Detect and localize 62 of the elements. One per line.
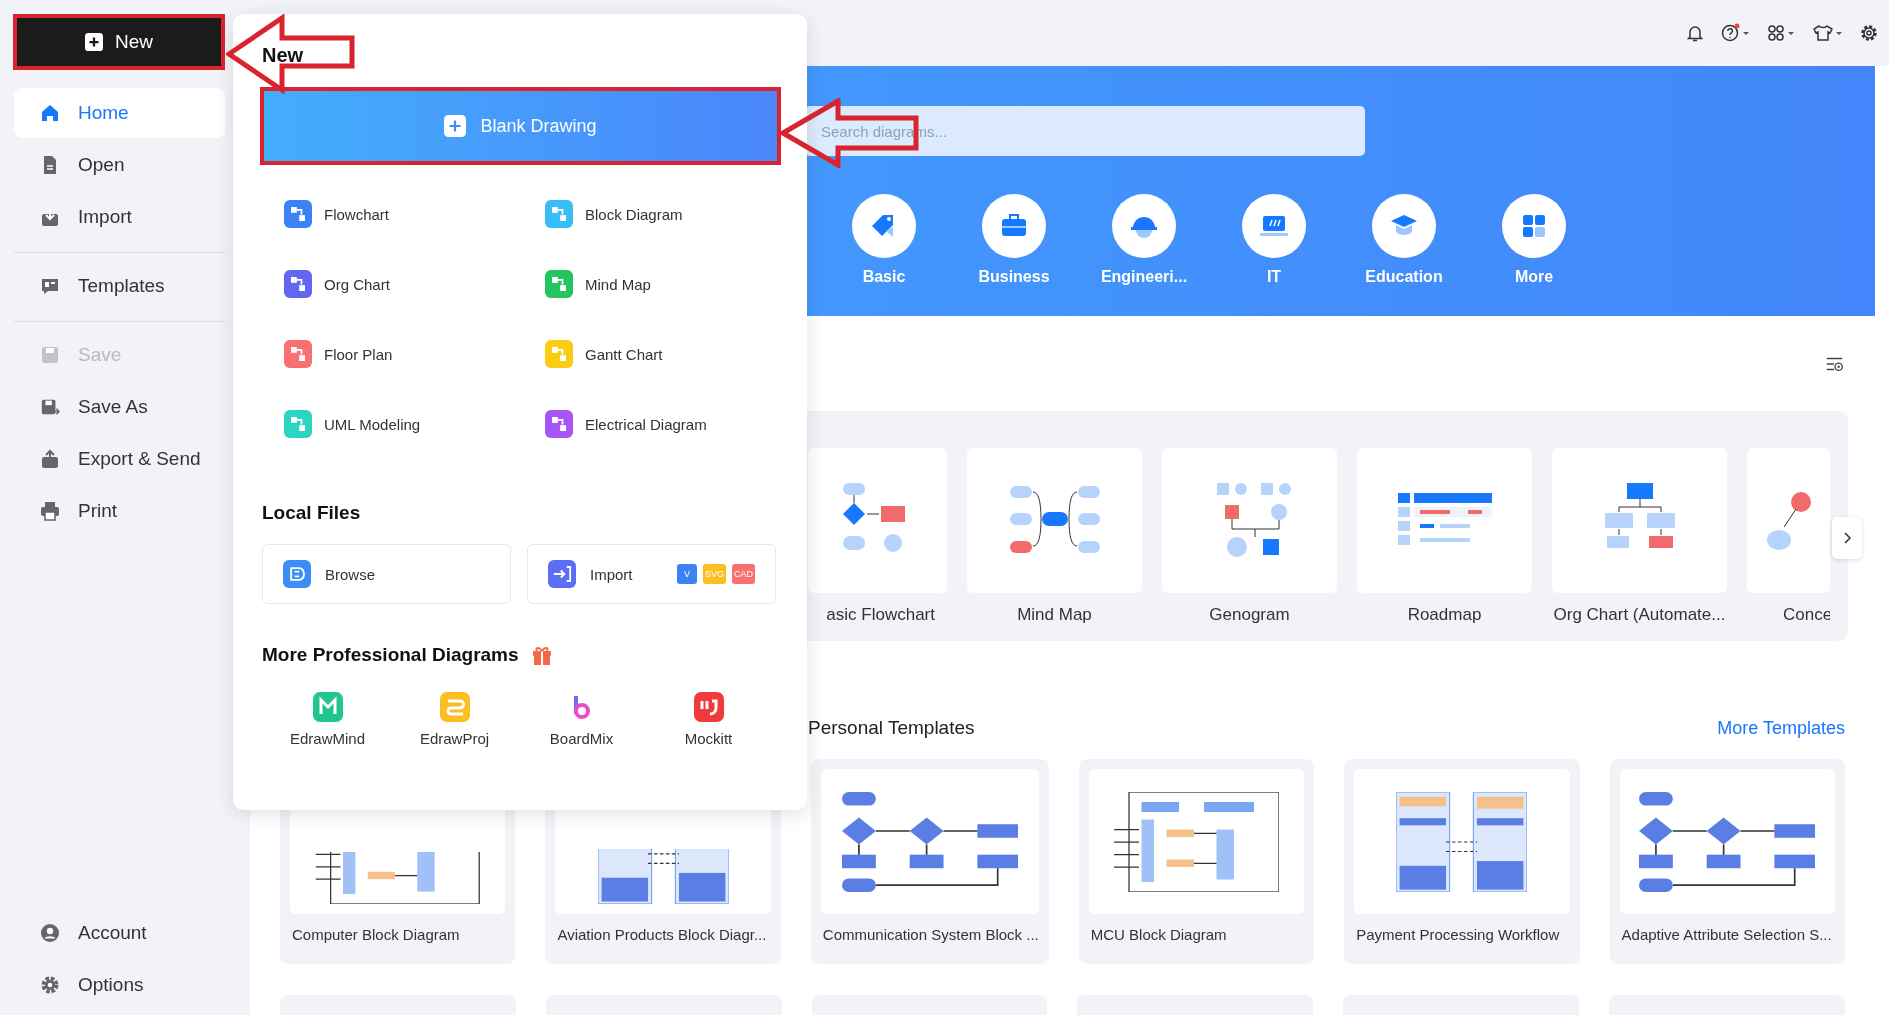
shirt-icon[interactable]: [1813, 23, 1843, 43]
diagram-type-item[interactable]: Electrical Diagram: [545, 409, 707, 439]
template-icon: [40, 276, 60, 296]
app-link[interactable]: Mockitt: [645, 692, 772, 747]
file-format-badge: V: [676, 564, 697, 584]
sidebar-item[interactable]: Options: [14, 960, 225, 1010]
import-icon: [548, 560, 576, 588]
app-icon: [312, 692, 343, 722]
more-templates-link[interactable]: More Templates: [1717, 718, 1845, 739]
new-button[interactable]: New: [13, 14, 225, 70]
sidebar-item[interactable]: Export & Send: [14, 434, 225, 484]
sidebar-item[interactable]: Print: [14, 486, 225, 536]
app-link[interactable]: EdrawProj: [391, 692, 518, 747]
save-as-icon: [40, 397, 60, 417]
diagram-type-item[interactable]: Flowchart: [284, 199, 390, 229]
browse-button[interactable]: Browse: [262, 544, 511, 604]
app-icon: [693, 692, 724, 722]
file-format-badge: SVG: [702, 564, 726, 584]
import-label: Import: [590, 565, 633, 583]
diagram-thumbnail-drawing: [1764, 489, 1813, 552]
import-button[interactable]: Import: [548, 560, 633, 588]
sidebar-item[interactable]: Import: [14, 192, 225, 242]
sidebar-item[interactable]: Open: [14, 140, 225, 190]
plus-icon: [444, 115, 467, 137]
menu-heading: New: [262, 44, 304, 67]
diagram-type-item[interactable]: Block Diagram: [545, 199, 683, 229]
folder-icon: [283, 560, 311, 588]
template-card[interactable]: Payment Processing Workflow: [1344, 759, 1580, 964]
app-icon: [439, 692, 470, 722]
apps-icon[interactable]: [1767, 23, 1797, 43]
diagram-type-item[interactable]: Floor Plan: [284, 339, 393, 369]
sidebar-item[interactable]: Home: [14, 88, 225, 138]
section-heading: More Professional Diagrams: [262, 644, 519, 666]
section-heading: Local Files: [262, 502, 361, 524]
user-icon: [40, 923, 60, 943]
sidebar-item[interactable]: Account: [14, 908, 225, 958]
template-card[interactable]: Adaptive Attribute Selection S...: [1609, 759, 1845, 964]
settings-icon: [40, 975, 60, 995]
settings-icon[interactable]: [1859, 23, 1879, 43]
file-format-badge: CAD: [732, 564, 755, 584]
help-icon[interactable]: [1721, 23, 1751, 43]
section-title: Personal Templates: [808, 717, 975, 739]
home-icon: [40, 103, 60, 123]
plus-icon: [85, 33, 103, 51]
save-icon: [40, 345, 60, 365]
template-card[interactable]: Communication System Block ...: [810, 759, 1049, 964]
app-link[interactable]: BoardMix: [518, 692, 645, 747]
gift-icon: [530, 644, 553, 666]
diagram-type-item[interactable]: Mind Map: [545, 269, 651, 299]
download-icon: [40, 207, 60, 227]
diagram-type-item[interactable]: UML Modeling: [284, 409, 421, 439]
next-button[interactable]: [1832, 517, 1862, 559]
chevron-right-icon: [1842, 531, 1852, 545]
sidebar-item[interactable]: Save As: [14, 382, 225, 432]
app-link[interactable]: EdrawMind: [264, 692, 391, 747]
diagram-type-item[interactable]: Org Chart: [284, 269, 390, 299]
diagram-type-item[interactable]: Gantt Chart: [545, 339, 663, 369]
template-card[interactable]: MCU Block Diagram: [1078, 759, 1315, 964]
upload-icon: [40, 449, 60, 469]
sidebar-item[interactable]: Templates: [14, 261, 225, 311]
bell-icon[interactable]: [1685, 23, 1705, 43]
printer-icon: [40, 501, 60, 521]
